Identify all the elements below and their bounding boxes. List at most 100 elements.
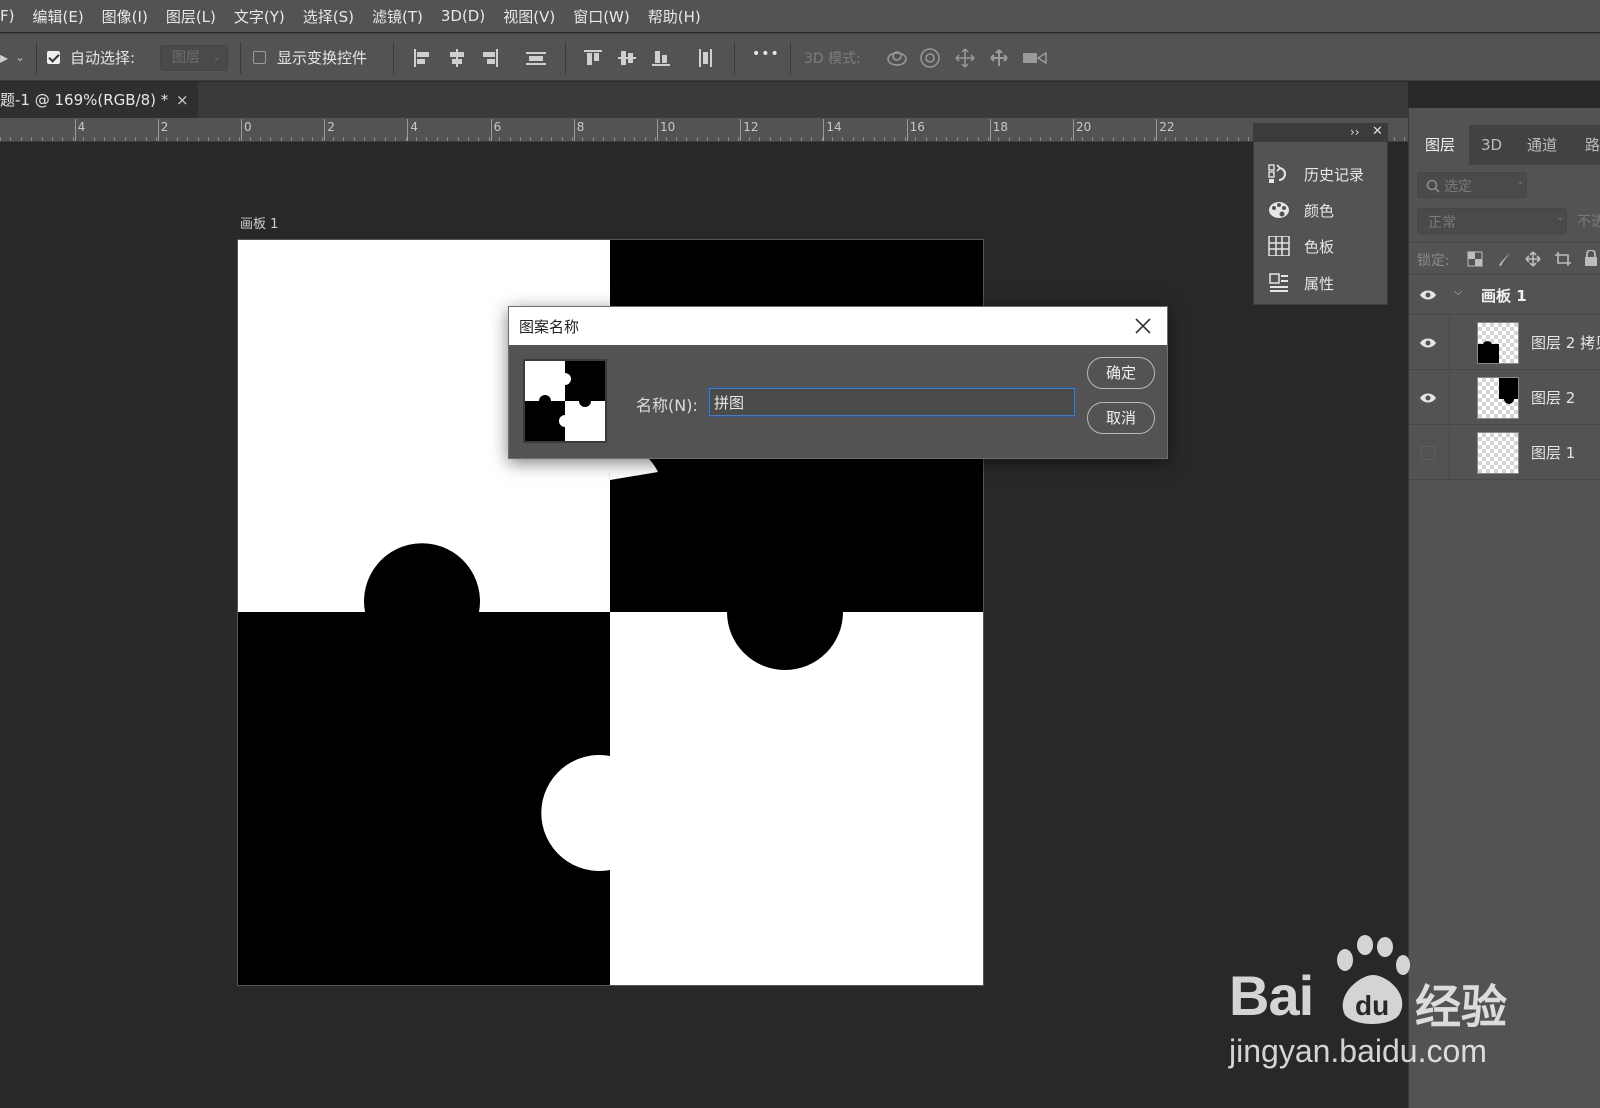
dialog-titlebar[interactable]: 图案名称 bbox=[509, 307, 1167, 345]
ruler-minor-tick bbox=[166, 137, 167, 141]
show-transform-label: 显示变换控件 bbox=[277, 49, 368, 67]
layer-row[interactable]: 图层 1 bbox=[1409, 426, 1600, 480]
menu-item[interactable]: 视图(V) bbox=[494, 6, 564, 27]
history-icon bbox=[1268, 164, 1286, 183]
ok-button[interactable]: 确定 bbox=[1087, 357, 1155, 389]
artboard-label[interactable]: 画板 1 bbox=[240, 213, 278, 232]
ruler-minor-tick bbox=[780, 137, 781, 141]
ruler-minor-tick bbox=[655, 137, 656, 141]
ruler-label: 2 bbox=[160, 120, 169, 134]
document-tab[interactable]: 题-1 @ 169%(RGB/8) * × bbox=[0, 82, 198, 118]
visibility-toggle-off[interactable] bbox=[1421, 446, 1435, 460]
layer-group-artboard[interactable]: ⌵ 画板 1 bbox=[1409, 275, 1600, 315]
menu-item[interactable]: 滤镜(T) bbox=[363, 6, 432, 27]
tab-paths[interactable]: 路 bbox=[1585, 125, 1600, 165]
3d-pan-icon[interactable] bbox=[954, 47, 976, 69]
ruler-minor-tick bbox=[104, 137, 105, 141]
lock-brush-icon[interactable] bbox=[1497, 251, 1513, 267]
panel-swatches[interactable]: 色板 bbox=[1254, 230, 1389, 262]
more-options-button[interactable]: ••• bbox=[752, 46, 780, 62]
opacity-label: 不透 bbox=[1577, 214, 1600, 230]
3d-orbit-icon[interactable] bbox=[885, 47, 909, 69]
ruler-tick bbox=[823, 119, 825, 141]
lock-all-icon[interactable] bbox=[1584, 250, 1598, 267]
3d-camera-icon[interactable] bbox=[1022, 49, 1048, 67]
menu-item[interactable]: 文字(Y) bbox=[225, 6, 294, 27]
tab-channels[interactable]: 通道 bbox=[1527, 125, 1577, 165]
pattern-name-label: 名称(N): bbox=[636, 396, 698, 415]
align-top-icon[interactable] bbox=[583, 48, 603, 68]
3d-roll-icon[interactable] bbox=[919, 47, 941, 69]
pattern-name-input[interactable] bbox=[708, 387, 1076, 417]
ruler-minor-tick bbox=[125, 137, 126, 141]
chevron-down-icon[interactable]: ⌵ bbox=[1454, 285, 1462, 299]
expand-panels-icon[interactable]: ›› bbox=[1350, 125, 1360, 139]
panel-color[interactable]: 颜色 bbox=[1254, 194, 1389, 226]
ruler-minor-tick bbox=[312, 137, 313, 141]
distribute-vertical-icon[interactable] bbox=[695, 48, 715, 68]
ruler-minor-tick bbox=[447, 137, 448, 141]
eye-icon[interactable] bbox=[1419, 289, 1437, 301]
layer-filter-dropdown[interactable]: 选定 ⌄ bbox=[1417, 172, 1527, 198]
align-bottom-icon[interactable] bbox=[651, 48, 671, 68]
ruler-minor-tick bbox=[94, 137, 95, 141]
chevron-down-icon[interactable]: ⌄ bbox=[14, 50, 26, 66]
ruler-tick bbox=[241, 119, 242, 141]
eye-icon[interactable] bbox=[1419, 337, 1437, 349]
panel-properties[interactable]: 属性 bbox=[1254, 267, 1389, 299]
close-icon[interactable]: × bbox=[176, 82, 189, 118]
auto-select-checkbox[interactable] bbox=[47, 51, 60, 64]
panel-swatches-label: 色板 bbox=[1304, 238, 1335, 256]
menu-item[interactable]: 图像(I) bbox=[93, 6, 157, 27]
layer-row[interactable]: 图层 2 拷贝 bbox=[1409, 316, 1600, 370]
layer-row[interactable]: 图层 2 bbox=[1409, 371, 1600, 425]
eye-icon[interactable] bbox=[1419, 392, 1437, 404]
lock-move-icon[interactable] bbox=[1525, 251, 1541, 267]
horizontal-ruler: 4 2 0 2 4 6 8 10 12 14 16 18 20 22 bbox=[0, 118, 1408, 142]
auto-select-target-dropdown[interactable]: 图层 ⌄ bbox=[160, 45, 228, 71]
ruler-minor-tick bbox=[385, 137, 386, 141]
tool-preset-icon[interactable]: ▸ bbox=[0, 50, 8, 66]
blend-mode-dropdown[interactable]: 正常 ⌄ bbox=[1417, 208, 1567, 234]
align-left-icon[interactable] bbox=[412, 48, 432, 68]
ruler-minor-tick bbox=[114, 137, 115, 141]
menu-item[interactable]: 窗口(W) bbox=[564, 6, 639, 27]
tab-layers[interactable]: 图层 bbox=[1409, 125, 1469, 165]
ruler-minor-tick bbox=[426, 137, 427, 141]
align-hcenter-icon[interactable] bbox=[447, 48, 467, 68]
ruler-minor-tick bbox=[582, 137, 583, 141]
tab-3d[interactable]: 3D bbox=[1481, 125, 1521, 165]
show-transform-checkbox[interactable] bbox=[253, 51, 266, 64]
menu-item[interactable]: 3D(D) bbox=[432, 7, 494, 25]
ruler-minor-tick bbox=[926, 137, 927, 141]
ruler-minor-tick bbox=[572, 137, 573, 141]
lock-artboard-icon[interactable] bbox=[1554, 251, 1572, 267]
ruler-minor-tick bbox=[177, 137, 178, 141]
menu-item[interactable]: 编辑(E) bbox=[23, 6, 92, 27]
ruler-minor-tick bbox=[42, 137, 43, 141]
close-icon[interactable] bbox=[1131, 314, 1155, 338]
close-icon[interactable]: ✕ bbox=[1372, 124, 1383, 139]
ruler-minor-tick bbox=[728, 137, 729, 141]
3d-slide-icon[interactable] bbox=[988, 47, 1010, 69]
ruler-minor-tick bbox=[1404, 137, 1405, 141]
menu-item[interactable]: F) bbox=[0, 7, 23, 25]
distribute-icon[interactable] bbox=[525, 48, 547, 68]
lock-transparent-icon[interactable] bbox=[1467, 251, 1483, 267]
align-right-icon[interactable] bbox=[480, 48, 500, 68]
ruler-minor-tick bbox=[156, 137, 157, 141]
ruler-minor-tick bbox=[634, 137, 635, 141]
menu-item[interactable]: 选择(S) bbox=[294, 6, 363, 27]
3d-mode-label: 3D 模式: bbox=[804, 51, 861, 67]
panel-dock-header[interactable]: ›› ✕ bbox=[1254, 124, 1387, 142]
menu-item[interactable]: 图层(L) bbox=[157, 6, 225, 27]
ruler-minor-tick bbox=[957, 137, 958, 141]
align-vcenter-icon[interactable] bbox=[617, 48, 637, 68]
ruler-minor-tick bbox=[822, 137, 823, 141]
menu-item[interactable]: 帮助(H) bbox=[639, 6, 710, 27]
panel-history[interactable]: 历史记录 bbox=[1254, 158, 1389, 190]
cancel-button[interactable]: 取消 bbox=[1087, 402, 1155, 434]
document-tab-bar: 题-1 @ 169%(RGB/8) * × bbox=[0, 82, 1408, 118]
watermark-brand: Bai bbox=[1229, 964, 1314, 1027]
ruler-tick bbox=[490, 119, 492, 141]
